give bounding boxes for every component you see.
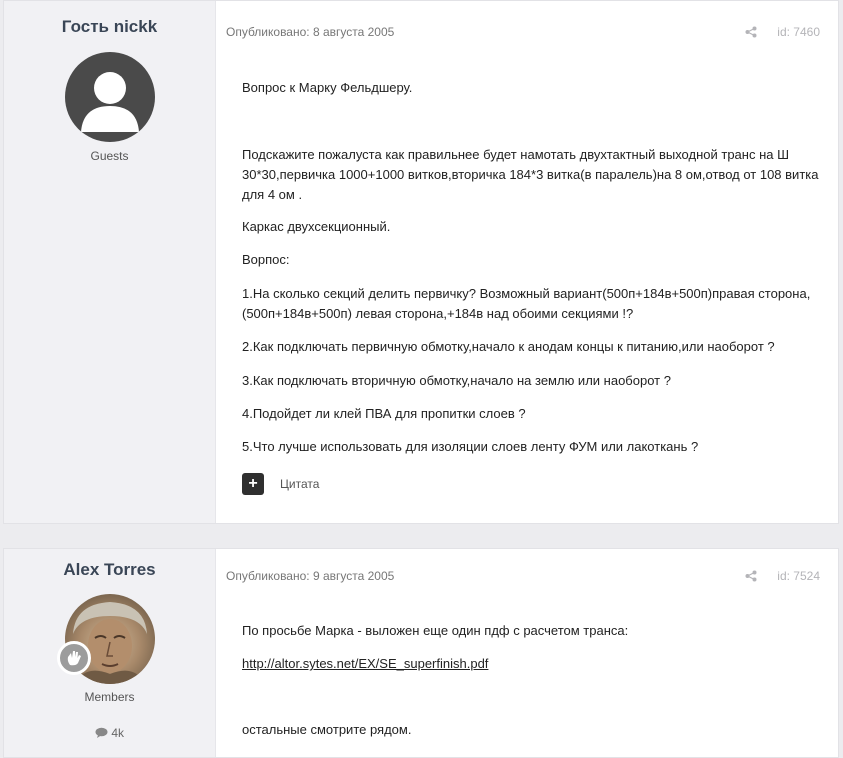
post-link-paragraph: http://altor.sytes.net/EX/SE_superfinish… xyxy=(242,654,824,674)
comment-icon xyxy=(95,727,108,741)
post-paragraph: Каркас двухсекционный. xyxy=(242,219,391,234)
author-name[interactable]: Гость nickk xyxy=(4,17,215,37)
post-paragraph: 1.На сколько секций делить первичку? Воз… xyxy=(242,286,811,321)
post-paragraph: Подскажите пожалуста как правильнее буде… xyxy=(242,147,819,202)
quote-label[interactable]: Цитата xyxy=(280,477,319,491)
post-count-value: 4k xyxy=(111,726,125,740)
avatar[interactable] xyxy=(64,52,155,142)
post-content: По просьбе Марка - выложен еще один пдф … xyxy=(242,549,824,757)
post-paragraph: 2.Как подключать первичную обмотку,начал… xyxy=(242,339,775,354)
user-silhouette-icon xyxy=(80,72,139,132)
post-1: Гость nickk Guests Опубликовано: 8 авгус… xyxy=(3,0,839,524)
post-paragraph: Ворпос: xyxy=(242,252,290,267)
post-content: Вопрос к Марку Фельдшеру. Подскажите пож… xyxy=(242,1,824,523)
hand-wave-icon xyxy=(67,651,81,666)
author-panel: Alex Torres Members 4k xyxy=(4,549,216,757)
rank-badge xyxy=(57,641,91,675)
quote-action[interactable]: + Цитата xyxy=(242,473,319,495)
post-paragraph: 3.Как подключать вторичную обмотку,начал… xyxy=(242,373,671,388)
author-panel: Гость nickk Guests xyxy=(4,1,216,523)
author-group: Guests xyxy=(90,149,129,163)
post-paragraph: 4.Подойдет ли клей ПВА для пропитки слое… xyxy=(242,406,526,421)
pdf-link[interactable]: http://altor.sytes.net/EX/SE_superfinish… xyxy=(242,656,488,671)
author-name[interactable]: Alex Torres xyxy=(4,560,215,580)
post-paragraph: 5.Что лучше использовать для изоляции сл… xyxy=(242,439,699,454)
plus-icon[interactable]: + xyxy=(242,473,264,495)
author-group: Members xyxy=(84,690,135,704)
post-2: Alex Torres Members 4k Опубликовано: 9 а… xyxy=(3,548,839,758)
post-count: 4k xyxy=(4,726,215,741)
post-paragraph: По просьбе Марка - выложен еще один пдф … xyxy=(242,623,629,638)
post-paragraph: остальные смотрите рядом. xyxy=(242,722,412,737)
post-paragraph: Вопрос к Марку Фельдшеру. xyxy=(242,80,413,95)
